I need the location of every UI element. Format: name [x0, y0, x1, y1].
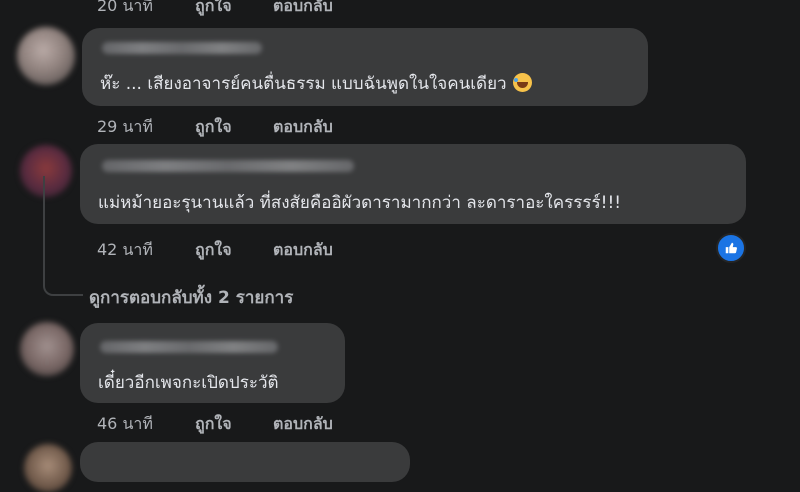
comment-bubble: [80, 442, 410, 482]
reply-button[interactable]: ตอบกลับ: [273, 0, 333, 19]
comment-meta: 20 นาที ถูกใจ ตอบกลับ: [97, 0, 333, 19]
comment-meta: 29 นาที ถูกใจ ตอบกลับ: [97, 115, 333, 140]
comment-meta: 46 นาที ถูกใจ ตอบกลับ: [97, 412, 333, 437]
thumbs-up-icon: [725, 242, 737, 254]
reply-button[interactable]: ตอบกลับ: [273, 412, 333, 437]
comment-text: แม่หม้ายอะรุนานแล้ว ที่สงสัยคืออิผัวดารา…: [98, 193, 622, 213]
reply-button[interactable]: ตอบกลับ: [273, 238, 333, 263]
view-replies-link[interactable]: ดูการตอบกลับทั้ง 2 รายการ: [89, 284, 293, 311]
like-button[interactable]: ถูกใจ: [195, 238, 273, 263]
like-button[interactable]: ถูกใจ: [195, 0, 273, 19]
avatar[interactable]: [24, 444, 72, 492]
like-reaction-icon[interactable]: [716, 233, 746, 263]
comment-text: เดี๋ยวอีกเพจกะเปิดประวัติ: [98, 373, 279, 393]
laughing-emoji-icon: [512, 73, 532, 92]
thread-connector: [43, 176, 83, 296]
comment-meta: 42 นาที ถูกใจ ตอบกลับ: [97, 238, 333, 263]
commenter-name[interactable]: [102, 160, 354, 172]
comment-bubble: แม่หม้ายอะรุนานแล้ว ที่สงสัยคืออิผัวดารา…: [80, 144, 746, 224]
comment-time[interactable]: 46 นาที: [97, 412, 195, 437]
comment-bubble: เดี๋ยวอีกเพจกะเปิดประวัติ: [80, 323, 345, 403]
comment-bubble: ห๊ะ ... เสียงอาจารย์คนตื่นธรรม แบบฉันพูด…: [82, 28, 648, 106]
commenter-name[interactable]: [100, 341, 278, 353]
commenter-name[interactable]: [102, 42, 262, 54]
comment-time[interactable]: 42 นาที: [97, 238, 195, 263]
comment-time[interactable]: 20 นาที: [97, 0, 195, 19]
like-button[interactable]: ถูกใจ: [195, 115, 273, 140]
comment-time[interactable]: 29 นาที: [97, 115, 195, 140]
avatar[interactable]: [20, 322, 74, 376]
like-button[interactable]: ถูกใจ: [195, 412, 273, 437]
comment-text: ห๊ะ ... เสียงอาจารย์คนตื่นธรรม แบบฉันพูด…: [100, 70, 532, 97]
reply-button[interactable]: ตอบกลับ: [273, 115, 333, 140]
comment-body: ห๊ะ ... เสียงอาจารย์คนตื่นธรรม แบบฉันพูด…: [100, 74, 507, 94]
avatar[interactable]: [17, 27, 75, 85]
